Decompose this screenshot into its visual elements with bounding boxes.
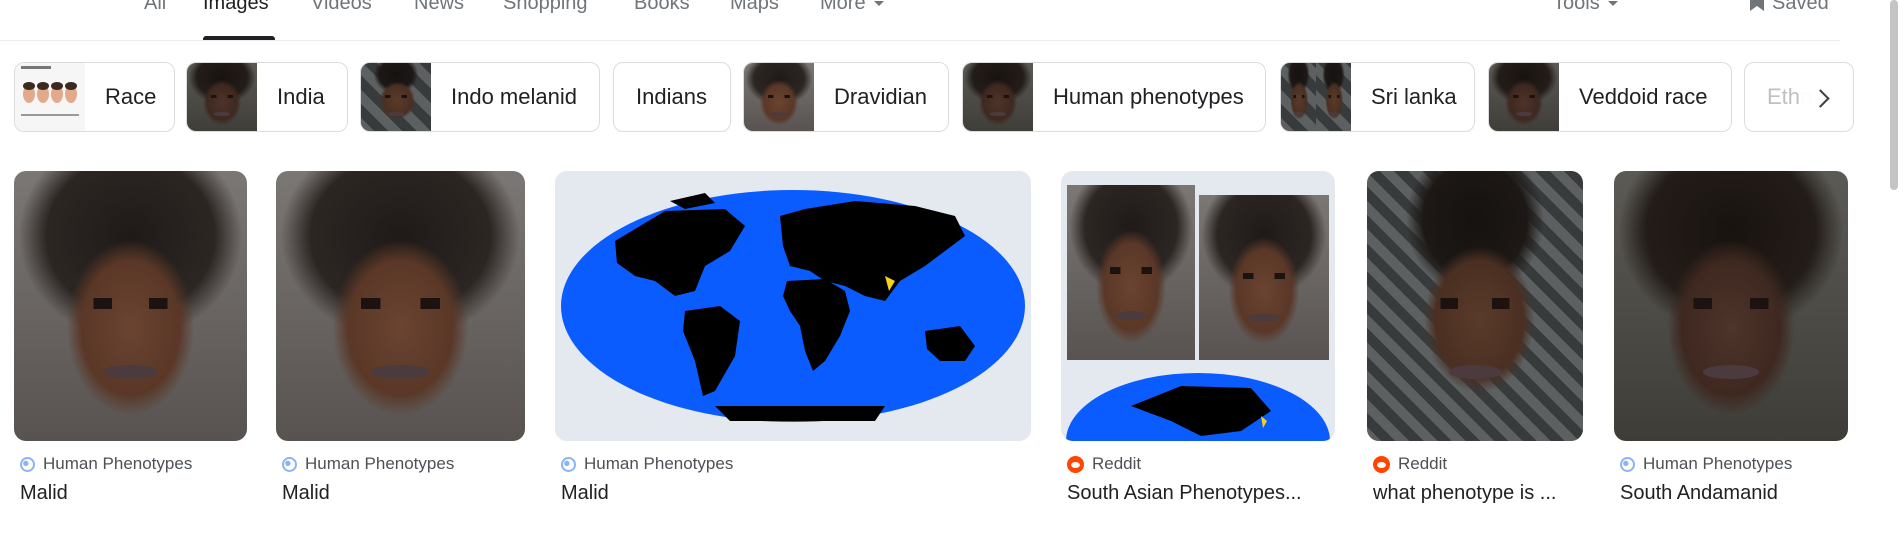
chip-india[interactable]: India — [186, 62, 348, 132]
chip-indo-melanid[interactable]: Indo melanid — [360, 62, 600, 132]
chip-thumbnail — [15, 63, 85, 131]
related-searches-chips: Race India Indo melanid Indians Dravidia… — [14, 62, 1854, 134]
more-label: More — [820, 0, 866, 14]
result-title[interactable]: Malid — [282, 482, 522, 505]
chip-dravidian[interactable]: Dravidian — [743, 62, 949, 132]
result-source[interactable]: Reddit — [1373, 454, 1447, 474]
chip-indians[interactable]: Indians — [613, 62, 731, 132]
chip-label: Veddoid race — [1579, 84, 1708, 109]
image-result[interactable]: Human Phenotypes Malid — [555, 171, 1031, 504]
chip-thumbnail — [744, 63, 814, 131]
globe-icon — [20, 456, 35, 472]
image-result[interactable]: Reddit South Asian Phenotypes... — [1061, 171, 1335, 504]
image-result[interactable]: Human Phenotypes Malid — [14, 171, 247, 504]
chip-thumbnail — [1489, 63, 1559, 131]
result-title[interactable]: Malid — [20, 482, 245, 505]
chip-veddoid-race[interactable]: Veddoid race — [1488, 62, 1732, 132]
image-result[interactable]: Reddit what phenotype is ... — [1367, 171, 1583, 504]
source-name: Human Phenotypes — [584, 454, 734, 473]
source-name: Human Phenotypes — [1643, 454, 1793, 473]
tab-books[interactable]: Books — [634, 0, 690, 15]
source-name: Human Phenotypes — [305, 454, 455, 473]
tab-videos[interactable]: Videos — [311, 0, 372, 15]
tab-news[interactable]: News — [414, 0, 464, 15]
result-title[interactable]: what phenotype is ... — [1373, 482, 1583, 505]
tab-shopping[interactable]: Shopping — [503, 0, 588, 15]
result-title[interactable]: South Asian Phenotypes... — [1067, 482, 1332, 505]
globe-icon — [282, 456, 297, 472]
reddit-icon — [1067, 455, 1084, 473]
result-image[interactable] — [14, 171, 247, 441]
image-result[interactable]: Human Phenotypes Malid — [276, 171, 525, 504]
chip-label: Indians — [636, 84, 707, 109]
tab-more[interactable]: More — [820, 0, 884, 15]
caret-down-icon — [873, 1, 884, 7]
chip-human-phenotypes[interactable]: Human phenotypes — [962, 62, 1266, 132]
result-image[interactable] — [1367, 171, 1583, 441]
result-source[interactable]: Human Phenotypes — [561, 454, 733, 474]
search-tabs: All Images Videos News Shopping Books Ma… — [0, 0, 1840, 41]
result-image[interactable] — [1061, 171, 1335, 441]
globe-icon — [561, 456, 576, 472]
bookmark-icon — [1750, 0, 1764, 11]
result-title[interactable]: Malid — [561, 482, 1021, 505]
chip-label: Dravidian — [834, 84, 927, 109]
result-title[interactable]: South Andamanid — [1620, 482, 1845, 505]
saved-label: Saved — [1772, 0, 1829, 14]
chip-thumbnail — [1281, 63, 1351, 131]
tab-all[interactable]: All — [144, 0, 166, 15]
source-name: Human Phenotypes — [43, 454, 193, 473]
chip-label: India — [277, 84, 325, 109]
world-map-image — [1066, 373, 1330, 441]
chip-sri-lanka[interactable]: Sri lanka — [1280, 62, 1475, 132]
chip-label: Race — [105, 84, 157, 109]
chevron-right-icon — [1810, 88, 1830, 108]
tools-button[interactable]: Tools — [1553, 0, 1618, 15]
chip-thumbnail — [361, 63, 431, 131]
tab-images[interactable]: Images — [203, 0, 269, 15]
tab-maps[interactable]: Maps — [730, 0, 779, 15]
result-image[interactable] — [276, 171, 525, 441]
reddit-icon — [1373, 455, 1390, 473]
saved-button[interactable]: Saved — [1750, 0, 1829, 15]
chip-label: Human phenotypes — [1053, 84, 1244, 109]
source-name: Reddit — [1092, 454, 1142, 473]
chip-label: Sri lanka — [1371, 84, 1457, 109]
result-image[interactable] — [555, 171, 1031, 441]
chips-next-button[interactable] — [1800, 74, 1844, 122]
result-source[interactable]: Human Phenotypes — [1620, 454, 1792, 474]
chip-thumbnail — [187, 63, 257, 131]
globe-icon — [1620, 456, 1635, 472]
caret-down-icon — [1607, 1, 1618, 7]
image-result[interactable]: Human Phenotypes South Andamanid — [1614, 171, 1848, 504]
chip-label: Indo melanid — [451, 84, 577, 109]
tools-label: Tools — [1553, 0, 1600, 14]
scrollbar-thumb[interactable] — [1890, 0, 1898, 190]
result-source[interactable]: Human Phenotypes — [282, 454, 454, 474]
world-map-image — [555, 171, 1031, 441]
chip-thumbnail — [963, 63, 1033, 131]
chip-race[interactable]: Race — [14, 62, 175, 132]
result-source[interactable]: Reddit — [1067, 454, 1141, 474]
result-image[interactable] — [1614, 171, 1848, 441]
source-name: Reddit — [1398, 454, 1448, 473]
scrollbar-track[interactable] — [1884, 0, 1904, 540]
active-tab-indicator — [203, 36, 275, 40]
result-source[interactable]: Human Phenotypes — [20, 454, 192, 474]
